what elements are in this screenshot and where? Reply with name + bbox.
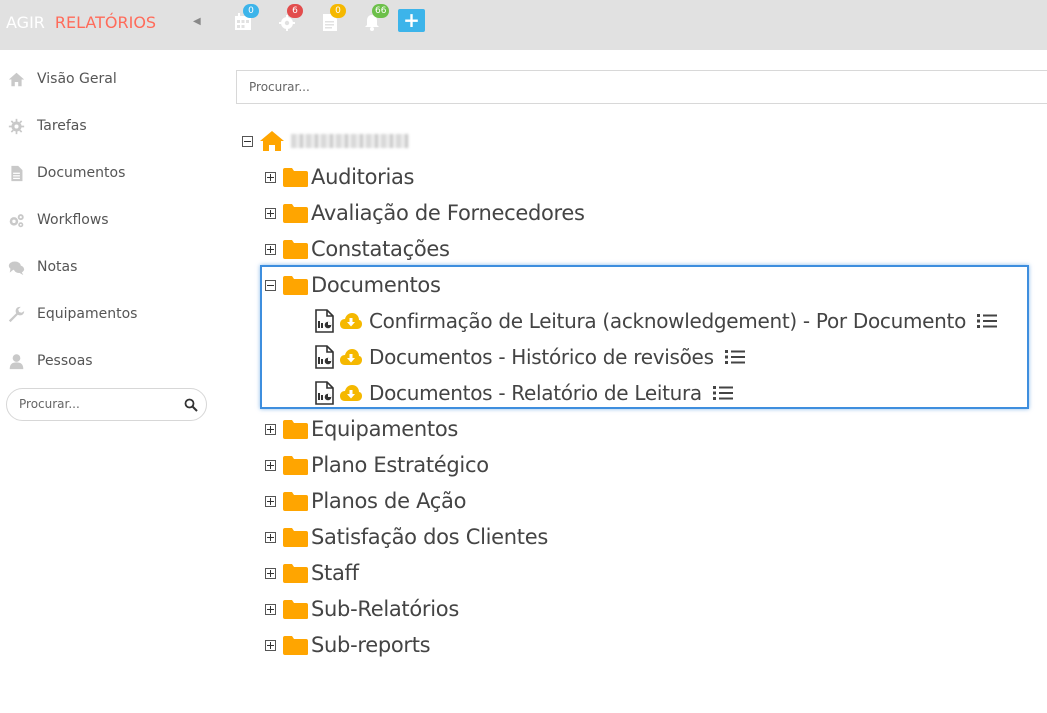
document-badge: 0 — [330, 4, 346, 18]
folder-label: Planos de Ação — [311, 489, 467, 513]
gear-badge: 6 — [287, 4, 303, 18]
folder-icon — [283, 203, 308, 223]
folder-label: Plano Estratégico — [311, 453, 489, 477]
expand-toggle[interactable] — [265, 207, 276, 219]
tree-folder-sub-reports[interactable]: Sub-reports — [265, 630, 431, 660]
tree-folder-avaliacao-fornecedores[interactable]: Avaliação de Fornecedores — [265, 198, 585, 228]
sidebar-item-label: Notas — [37, 259, 78, 275]
wrench-icon — [6, 304, 26, 324]
expand-toggle[interactable] — [265, 495, 276, 507]
expand-toggle[interactable] — [265, 423, 276, 435]
tree-folder-auditorias[interactable]: Auditorias — [265, 162, 415, 192]
sidebar-item-documentos[interactable]: Documentos — [6, 161, 125, 185]
folder-icon — [283, 419, 308, 439]
add-button[interactable]: + — [398, 9, 425, 32]
tree-folder-planos-acao[interactable]: Planos de Ação — [265, 486, 466, 516]
folder-label: Equipamentos — [311, 417, 459, 441]
root-name-redacted — [291, 134, 409, 148]
sidebar-item-label: Workflows — [37, 212, 109, 228]
folder-icon — [283, 635, 308, 655]
folder-icon — [283, 527, 308, 547]
cogs-icon — [6, 210, 26, 230]
sidebar: Visão Geral Tarefas Documentos Workflows… — [0, 50, 215, 713]
expand-toggle[interactable] — [265, 639, 276, 651]
sidebar-item-tarefas[interactable]: Tarefas — [6, 114, 87, 138]
highlight-box — [260, 265, 1029, 409]
sidebar-item-label: Documentos — [37, 165, 126, 181]
tree-folder-sub-relatorios[interactable]: Sub-Relatórios — [265, 594, 459, 624]
gear-icon[interactable]: 6 — [277, 4, 303, 34]
tree-folder-staff[interactable]: Staff — [265, 558, 359, 588]
folder-label: Satisfação dos Clientes — [311, 525, 548, 549]
tree-root[interactable] — [242, 126, 409, 156]
sidebar-item-workflows[interactable]: Workflows — [6, 208, 109, 232]
sidebar-item-label: Equipamentos — [37, 306, 138, 322]
folder-label: Sub-reports — [311, 633, 431, 657]
sidebar-search — [6, 388, 207, 421]
sidebar-item-label: Tarefas — [37, 118, 87, 134]
expand-toggle[interactable] — [265, 603, 276, 615]
report-search — [236, 70, 1047, 104]
file-icon — [6, 163, 26, 183]
sidebar-item-label: Visão Geral — [37, 71, 117, 87]
home-icon — [6, 69, 26, 89]
folder-label: Avaliação de Fornecedores — [311, 201, 585, 225]
sidebar-item-visao-geral[interactable]: Visão Geral — [6, 67, 117, 91]
tree-folder-plano-estrategico[interactable]: Plano Estratégico — [265, 450, 489, 480]
folder-label: Sub-Relatórios — [311, 597, 459, 621]
expand-toggle[interactable] — [265, 243, 276, 255]
brand: AGIR RELATÓRIOS — [6, 13, 156, 32]
folder-label: Auditorias — [311, 165, 415, 189]
folder-icon — [283, 563, 308, 583]
calendar-badge: 0 — [243, 4, 259, 18]
comments-icon — [6, 257, 26, 277]
folder-icon — [283, 491, 308, 511]
brand-name[interactable]: AGIR — [6, 13, 45, 32]
search-icon[interactable] — [184, 398, 198, 412]
collapse-sidebar-icon[interactable]: ◀ — [193, 16, 201, 27]
expand-toggle[interactable] — [265, 459, 276, 471]
expand-toggle[interactable] — [265, 171, 276, 183]
sidebar-search-input[interactable] — [19, 397, 179, 411]
collapse-toggle[interactable] — [242, 135, 253, 147]
document-icon[interactable]: 0 — [320, 4, 346, 34]
report-search-input[interactable] — [249, 80, 949, 94]
sidebar-item-notas[interactable]: Notas — [6, 255, 77, 279]
folder-icon — [283, 167, 308, 187]
bell-badge: 66 — [372, 4, 390, 18]
sidebar-item-pessoas[interactable]: Pessoas — [6, 349, 93, 373]
calendar-icon[interactable]: 0 — [233, 4, 259, 34]
folder-label: Constatações — [311, 237, 450, 261]
folder-icon — [283, 455, 308, 475]
bell-icon[interactable]: 66 — [362, 4, 390, 34]
folder-label: Staff — [311, 561, 359, 585]
home-icon — [260, 131, 284, 151]
section-title[interactable]: RELATÓRIOS — [55, 13, 156, 32]
top-bar: AGIR RELATÓRIOS ◀ 0 6 0 66 + — [0, 0, 1047, 50]
expand-toggle[interactable] — [265, 531, 276, 543]
expand-toggle[interactable] — [265, 567, 276, 579]
tree-folder-equipamentos[interactable]: Equipamentos — [265, 414, 458, 444]
gear-icon — [6, 116, 26, 136]
user-icon — [6, 351, 26, 371]
folder-icon — [283, 599, 308, 619]
sidebar-item-equipamentos[interactable]: Equipamentos — [6, 302, 137, 326]
tree-folder-constatacoes[interactable]: Constatações — [265, 234, 450, 264]
tree-folder-satisfacao-clientes[interactable]: Satisfação dos Clientes — [265, 522, 548, 552]
folder-icon — [283, 239, 308, 259]
sidebar-item-label: Pessoas — [37, 353, 93, 369]
